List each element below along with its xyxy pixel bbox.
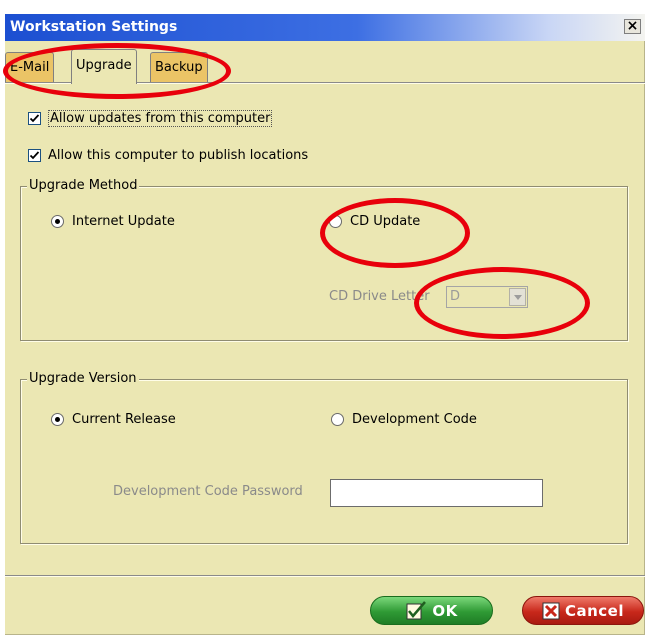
cd-drive-letter-select[interactable]: D bbox=[446, 286, 528, 308]
cd-drive-letter-label: CD Drive Letter bbox=[329, 289, 430, 304]
current-release-label: Current Release bbox=[72, 412, 176, 427]
development-code-password-input[interactable] bbox=[330, 479, 543, 507]
allow-publish-checkbox[interactable] bbox=[28, 149, 41, 162]
cancel-label: Cancel bbox=[564, 601, 624, 620]
tab-email-label: E-Mail bbox=[10, 60, 50, 75]
current-release-radio[interactable] bbox=[51, 413, 64, 426]
allow-updates-label: Allow updates from this computer bbox=[48, 110, 273, 127]
checkmark-icon bbox=[29, 151, 40, 160]
development-code-label: Development Code bbox=[352, 412, 477, 427]
ok-button[interactable]: OK bbox=[370, 596, 493, 625]
cd-drive-letter-value: D bbox=[450, 289, 461, 304]
internet-update-radio[interactable] bbox=[51, 215, 64, 228]
upgrade-method-group: Upgrade Method bbox=[20, 178, 628, 341]
allow-updates-checkbox[interactable] bbox=[28, 112, 41, 125]
workstation-settings-dialog: Workstation Settings × E-Mail Upgrade Ba… bbox=[5, 14, 645, 635]
cd-update-label: CD Update bbox=[350, 214, 421, 229]
tab-email[interactable]: E-Mail bbox=[5, 52, 55, 82]
cancel-button[interactable]: Cancel bbox=[522, 596, 644, 625]
development-code-password-label: Development Code Password bbox=[113, 484, 303, 499]
cd-update-radio[interactable] bbox=[329, 215, 342, 228]
allow-publish-checkbox-row[interactable]: Allow this computer to publish locations bbox=[28, 148, 308, 163]
close-button[interactable]: × bbox=[624, 19, 641, 34]
x-box-icon bbox=[542, 602, 560, 619]
chevron-down-icon[interactable] bbox=[509, 288, 526, 306]
cd-update-option[interactable]: CD Update bbox=[329, 214, 420, 229]
internet-update-option[interactable]: Internet Update bbox=[51, 214, 175, 229]
upgrade-method-legend: Upgrade Method bbox=[27, 178, 140, 193]
title-bar[interactable]: Workstation Settings × bbox=[5, 14, 645, 41]
allow-updates-checkbox-row[interactable]: Allow updates from this computer bbox=[28, 110, 273, 127]
checkmark-page-icon bbox=[406, 600, 427, 619]
development-code-radio[interactable] bbox=[331, 413, 344, 426]
internet-update-label: Internet Update bbox=[72, 214, 175, 229]
tab-upgrade-label: Upgrade bbox=[76, 58, 132, 73]
development-code-option[interactable]: Development Code bbox=[331, 412, 477, 427]
upgrade-version-legend: Upgrade Version bbox=[27, 371, 139, 386]
current-release-option[interactable]: Current Release bbox=[51, 412, 176, 427]
allow-publish-label: Allow this computer to publish locations bbox=[48, 148, 309, 163]
close-icon: × bbox=[626, 18, 639, 34]
window-title: Workstation Settings bbox=[10, 19, 178, 35]
ok-label: OK bbox=[432, 601, 458, 620]
tab-backup-label: Backup bbox=[155, 60, 203, 75]
tab-upgrade[interactable]: Upgrade bbox=[71, 49, 137, 84]
checkmark-icon bbox=[29, 114, 40, 123]
tab-backup[interactable]: Backup bbox=[150, 52, 208, 82]
button-area-separator-highlight bbox=[5, 576, 645, 577]
upgrade-version-group: Upgrade Version bbox=[20, 371, 628, 544]
